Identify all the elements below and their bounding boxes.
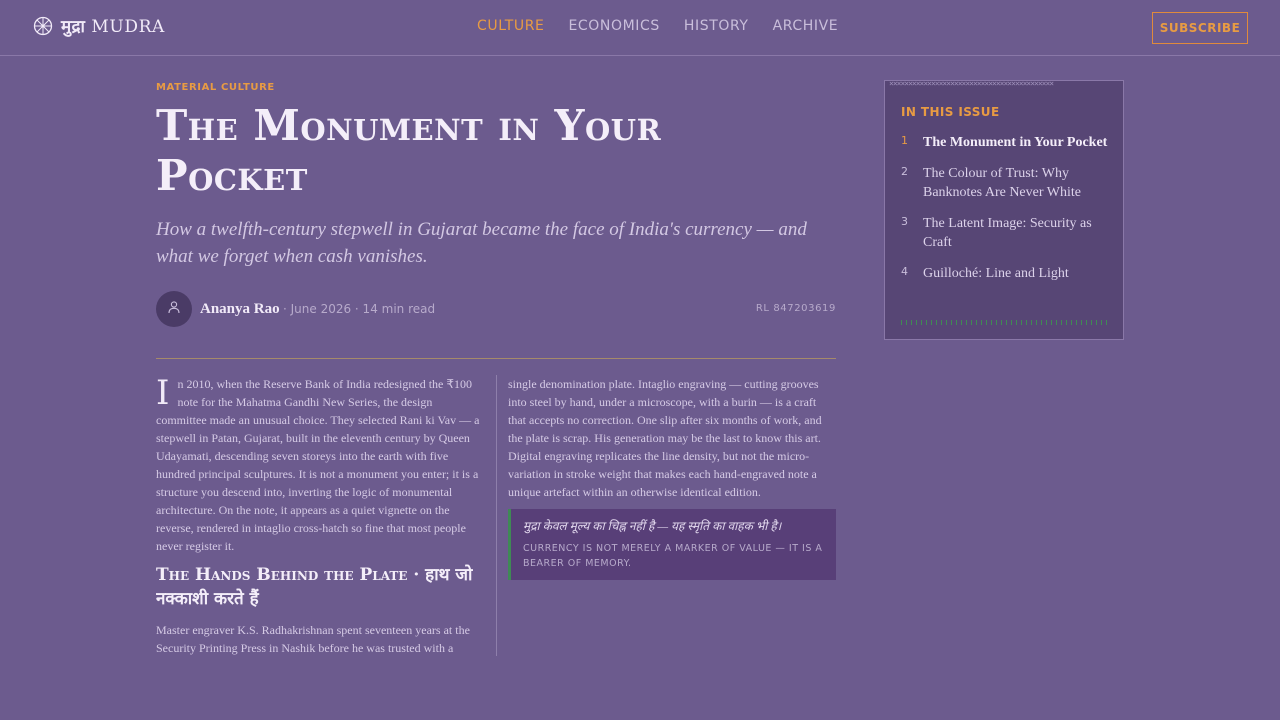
article-column-2: single denomination plate. Intaglio engr… xyxy=(508,375,836,580)
nav-economics[interactable]: ECONOMICS xyxy=(568,18,659,34)
article-column-1: In 2010, when the Reserve Bank of India … xyxy=(156,375,484,656)
subscribe-button[interactable]: SUBSCRIBE xyxy=(1152,12,1248,44)
tick-ornament xyxy=(901,320,1109,325)
issue-toc: 1 The Monument in Your Pocket 2 The Colo… xyxy=(901,133,1111,295)
toc-number: 2 xyxy=(901,165,908,178)
toc-number: 1 xyxy=(901,134,908,147)
toc-item[interactable]: 1 The Monument in Your Pocket xyxy=(901,133,1111,152)
drop-cap: I xyxy=(156,375,170,413)
quote-hindi: मुद्रा केवल मूल्य का चिह्न नहीं है — यह … xyxy=(523,519,782,533)
toc-label: The Colour of Trust: Why Banknotes Are N… xyxy=(923,166,1081,200)
article-title: The Monument in Your Pocket xyxy=(156,101,662,200)
byline: Ananya Rao · June 2026 · 14 min read RL … xyxy=(156,291,836,329)
toc-item[interactable]: 4 Guilloché: Line and Light xyxy=(901,264,1111,283)
in-this-issue-panel: ××××××××××××××××××××××××××××××××××××××××… xyxy=(884,80,1124,340)
toc-label: The Monument in Your Pocket xyxy=(923,135,1108,150)
article-dek: How a twelfth-century stepwell in Gujara… xyxy=(156,219,807,267)
zigzag-border: ××××××××××××××××××××××××××××××××××××××××… xyxy=(889,81,1054,87)
toc-item[interactable]: 2 The Colour of Trust: Why Banknotes Are… xyxy=(901,164,1111,202)
divider xyxy=(156,358,836,359)
logo-wordmark: मुद्रा MUDRA xyxy=(61,14,165,37)
reference-number: RL 847203619 xyxy=(755,303,836,314)
logo[interactable]: मुद्रा MUDRA xyxy=(33,14,165,37)
toc-number: 4 xyxy=(901,265,908,278)
pull-quote: मुद्रा केवल मूल्य का चिह्न नहीं है — यह … xyxy=(508,509,836,580)
paragraph-intaglio: single denomination plate. Intaglio engr… xyxy=(508,377,822,499)
paragraph-intro-text: n 2010, when the Reserve Bank of India r… xyxy=(156,377,480,553)
nav-history[interactable]: HISTORY xyxy=(684,18,749,34)
site-header: मुद्रा MUDRA CULTURE ECONOMICS HISTORY A… xyxy=(0,0,1280,56)
article-meta: · June 2026 · 14 min read xyxy=(283,302,436,316)
paragraph-intro: In 2010, when the Reserve Bank of India … xyxy=(156,375,484,555)
toc-item[interactable]: 3 The Latent Image: Security as Craft xyxy=(901,214,1111,252)
user-icon xyxy=(167,300,181,319)
logo-hindi: मुद्रा xyxy=(61,17,86,37)
logo-latin: MUDRA xyxy=(91,17,165,37)
main-nav: CULTURE ECONOMICS HISTORY ARCHIVE xyxy=(477,18,862,34)
avatar[interactable] xyxy=(156,291,192,327)
section-subhead: The Hands Behind the Plate · हाथ जो नक्क… xyxy=(156,565,473,609)
toc-label: The Latent Image: Security as Craft xyxy=(923,216,1092,250)
column-divider xyxy=(496,375,497,656)
article-kicker[interactable]: MATERIAL CULTURE xyxy=(156,82,275,93)
ashoka-wheel-icon xyxy=(33,16,53,36)
author-name[interactable]: Ananya Rao xyxy=(200,301,280,318)
toc-number: 3 xyxy=(901,215,908,228)
nav-archive[interactable]: ARCHIVE xyxy=(773,18,839,34)
paragraph-engraver: Master engraver K.S. Radhakrishnan spent… xyxy=(156,623,470,655)
nav-culture[interactable]: CULTURE xyxy=(477,18,544,34)
toc-label: Guilloché: Line and Light xyxy=(923,266,1069,281)
quote-english: CURRENCY IS NOT MERELY A MARKER OF VALUE… xyxy=(523,543,823,569)
issue-heading: IN THIS ISSUE xyxy=(901,105,1000,119)
